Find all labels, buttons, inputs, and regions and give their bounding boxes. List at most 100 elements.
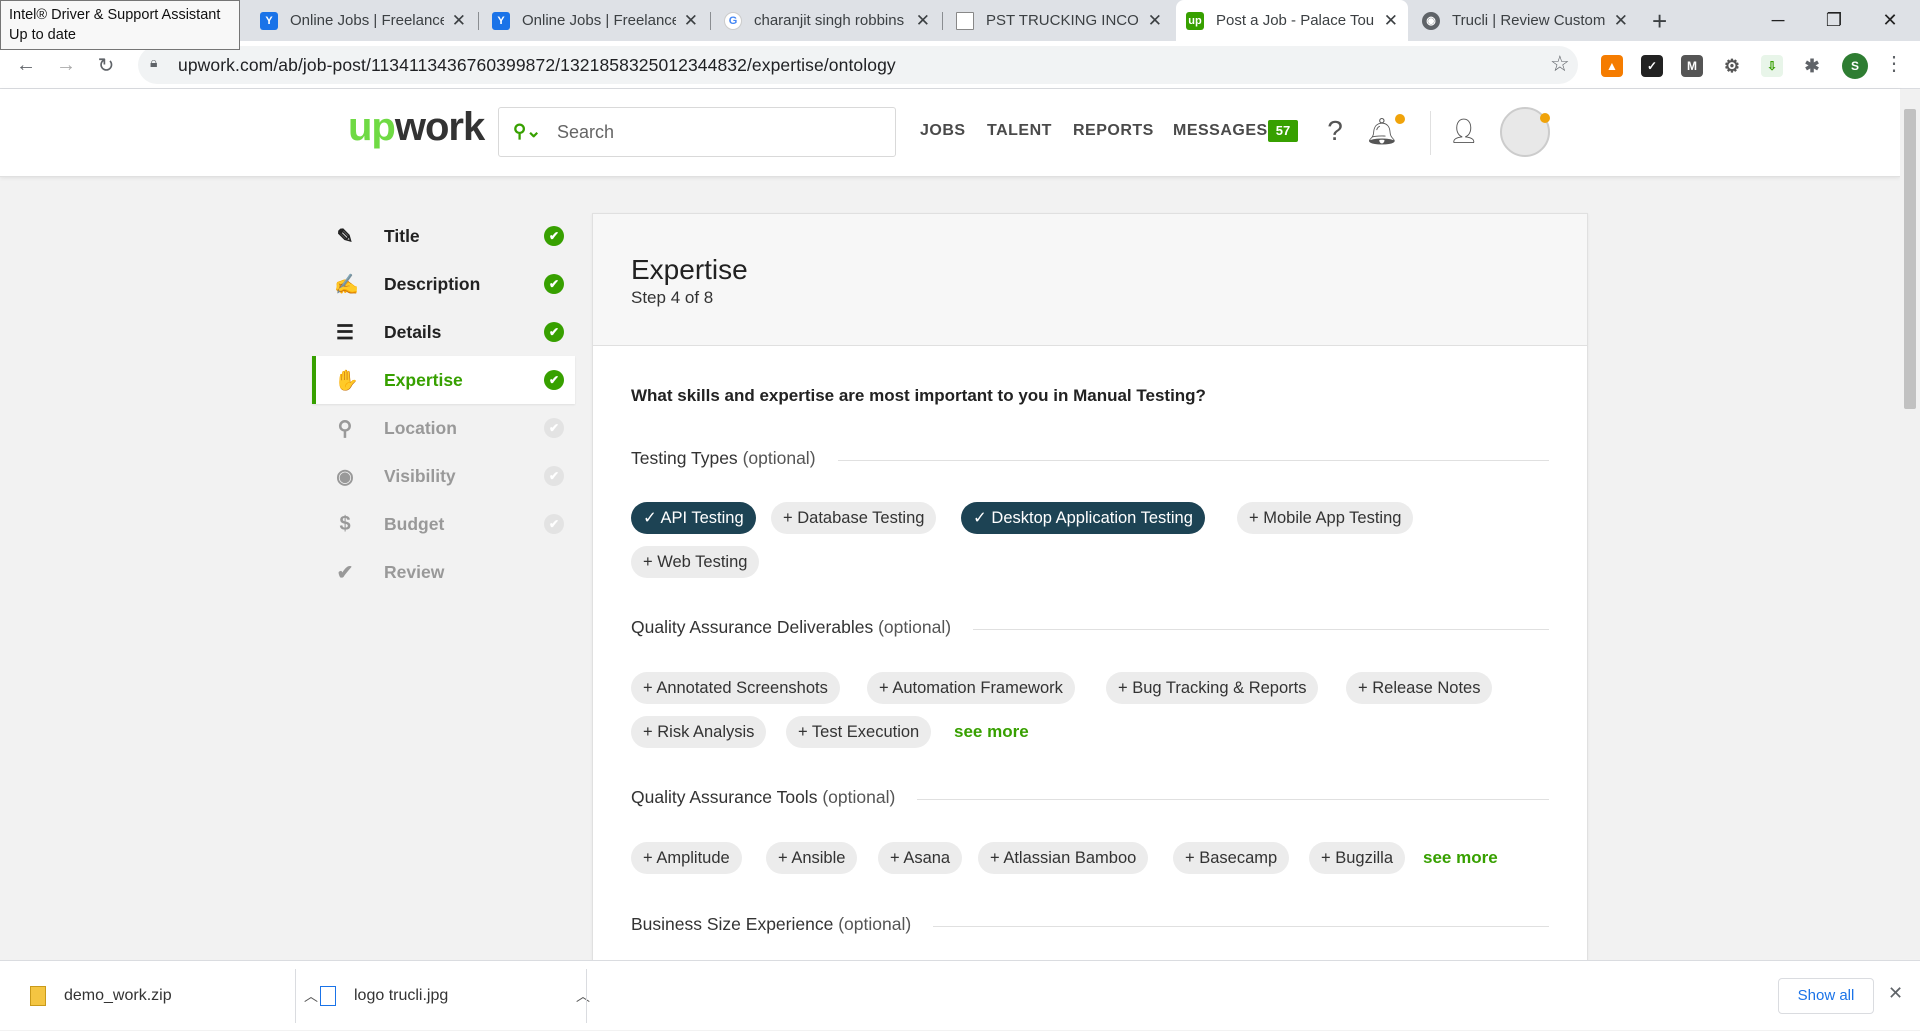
pending-check-icon: ✔: [544, 466, 564, 486]
sidebar-item-review[interactable]: ✔ Review: [312, 548, 575, 596]
gear-extension-icon[interactable]: ⚙: [1721, 55, 1743, 77]
skill-chip[interactable]: + Mobile App Testing: [1237, 502, 1414, 534]
skill-chip[interactable]: + Atlassian Bamboo: [978, 842, 1149, 874]
close-downloads-icon[interactable]: ✕: [1888, 983, 1903, 1004]
skill-chip-selected[interactable]: ✓ API Testing: [631, 502, 756, 534]
browser-tab[interactable]: G charanjit singh robbins ✕: [714, 0, 940, 41]
check-icon: ✓: [643, 509, 661, 527]
plus-icon: +: [1321, 849, 1336, 867]
hand-icon: ✋: [334, 369, 359, 392]
completed-check-icon: ✔: [544, 322, 564, 342]
plus-icon: +: [778, 849, 792, 867]
chevron-up-icon[interactable]: ︿: [304, 986, 318, 1006]
upwork-y-icon: Y: [260, 11, 278, 30]
see-more-link[interactable]: see more: [1423, 848, 1498, 868]
sidebar-item-location[interactable]: ⚲ Location ✔: [312, 404, 575, 452]
close-icon[interactable]: ✕: [1148, 11, 1162, 31]
close-icon[interactable]: ✕: [684, 11, 698, 31]
browser-tab[interactable]: Y Online Jobs | Freelance ✕: [482, 0, 708, 41]
skill-chip[interactable]: + Risk Analysis: [631, 716, 767, 748]
skill-chip[interactable]: + Amplitude: [631, 842, 742, 874]
bookmark-star-icon[interactable]: ☆: [1550, 51, 1570, 77]
section-qa-deliverables: Quality Assurance Deliverables (optional…: [631, 617, 1549, 641]
window-close-icon[interactable]: ✕: [1862, 0, 1918, 41]
puzzle-extensions-icon[interactable]: ✱: [1801, 55, 1823, 77]
nav-jobs[interactable]: JOBS: [920, 122, 966, 140]
skill-chip[interactable]: + Test Execution: [786, 716, 932, 748]
header-divider: [1430, 111, 1431, 155]
checklist-extension-icon[interactable]: ✓: [1641, 55, 1663, 77]
skill-chip[interactable]: + Release Notes: [1346, 672, 1493, 704]
upwork-logo[interactable]: upwork: [348, 105, 485, 150]
minimize-icon[interactable]: ─: [1750, 0, 1806, 41]
nav-reports[interactable]: REPORTS: [1073, 122, 1154, 140]
section-testing-types: Testing Types (optional): [631, 448, 1549, 472]
skill-chip[interactable]: + Ansible: [766, 842, 858, 874]
lock-icon: 🔒︎: [150, 54, 158, 70]
browser-tab[interactable]: Y Online Jobs | Freelance ✕: [250, 0, 476, 41]
expertise-card: Expertise Step 4 of 8 What skills and ex…: [592, 213, 1588, 1013]
reload-icon[interactable]: ↻: [90, 49, 122, 81]
url-text[interactable]: upwork.com/ab/job-post/11341134367603998…: [178, 55, 896, 76]
sidebar-item-description[interactable]: ✍ Description ✔: [312, 260, 575, 308]
search-input[interactable]: [557, 118, 877, 146]
skill-chip-selected[interactable]: ✓ Desktop Application Testing: [961, 502, 1205, 534]
back-icon[interactable]: ←: [10, 49, 42, 81]
section-business-size: Business Size Experience (optional): [631, 914, 1549, 938]
close-icon[interactable]: ✕: [452, 11, 466, 31]
sidebar-item-title[interactable]: ✎ Title ✔: [312, 212, 575, 260]
see-more-link[interactable]: see more: [954, 722, 1029, 742]
add-user-icon[interactable]: 👤︎: [1444, 111, 1484, 151]
search-box: ⚲⌄: [498, 107, 896, 157]
pending-check-icon: ✔: [544, 514, 564, 534]
help-icon[interactable]: ?: [1315, 111, 1355, 151]
skill-chip[interactable]: + Automation Framework: [867, 672, 1075, 704]
new-tab-button[interactable]: +: [1652, 6, 1667, 37]
sidebar-item-budget[interactable]: $ Budget ✔: [312, 500, 575, 548]
skill-chip[interactable]: + Asana: [878, 842, 963, 874]
nav-messages[interactable]: MESSAGES: [1173, 122, 1268, 140]
forward-icon[interactable]: →: [50, 49, 82, 81]
download-filename: demo_work.zip: [64, 987, 172, 1004]
sidebar-item-expertise[interactable]: ✋ Expertise ✔: [312, 356, 575, 404]
restore-icon[interactable]: ❐: [1806, 0, 1862, 41]
upwork-y-icon: Y: [492, 11, 510, 30]
browser-tab-active[interactable]: up Post a Job - Palace Tou ✕: [1176, 0, 1408, 41]
plus-icon: +: [643, 849, 657, 867]
tab-title: Trucli | Review Custome: [1452, 12, 1606, 29]
close-icon[interactable]: ✕: [1384, 11, 1398, 31]
skill-chip[interactable]: + Bug Tracking & Reports: [1106, 672, 1319, 704]
skill-chip[interactable]: + Database Testing: [771, 502, 937, 534]
optional-label: (optional): [878, 617, 952, 637]
chevron-up-icon[interactable]: ︿: [576, 986, 590, 1006]
profile-avatar[interactable]: S: [1842, 53, 1868, 79]
page-scrollbar[interactable]: [1900, 89, 1920, 959]
download-item[interactable]: logo trucli.jpg ︿: [320, 961, 590, 1031]
section-qa-tools: Quality Assurance Tools (optional): [631, 787, 1549, 811]
show-all-button[interactable]: Show all: [1778, 978, 1874, 1014]
skill-chip[interactable]: + Annotated Screenshots: [631, 672, 840, 704]
search-icon[interactable]: ⚲⌄: [513, 121, 541, 142]
tab-title: Online Jobs | Freelance: [290, 12, 444, 29]
sidebar-item-details[interactable]: ☰ Details ✔: [312, 308, 575, 356]
browser-tab[interactable]: ◉ Trucli | Review Custome ✕: [1412, 0, 1638, 41]
inbox-extension-icon[interactable]: ⇩: [1761, 55, 1783, 77]
check-icon: ✓: [973, 509, 992, 527]
tab-title: Post a Job - Palace Tou: [1216, 12, 1375, 29]
browser-tab[interactable]: PST TRUCKING INCORI ✕: [946, 0, 1172, 41]
download-item[interactable]: demo_work.zip ︿: [30, 961, 318, 1031]
close-icon[interactable]: ✕: [916, 11, 930, 31]
upwork-icon: up: [1186, 11, 1204, 30]
pending-check-icon: ✔: [544, 418, 564, 438]
nav-talent[interactable]: TALENT: [987, 122, 1052, 140]
close-icon[interactable]: ✕: [1614, 11, 1628, 31]
skill-chip[interactable]: + Basecamp: [1173, 842, 1290, 874]
analytics-extension-icon[interactable]: ▲: [1601, 55, 1623, 77]
browser-menu-icon[interactable]: ⋮: [1884, 51, 1904, 76]
skill-chip[interactable]: + Bugzilla: [1309, 842, 1406, 874]
skill-chip[interactable]: + Web Testing: [631, 546, 760, 578]
pencil-icon: ✎: [336, 225, 354, 248]
scrollbar-thumb[interactable]: [1904, 109, 1916, 409]
sidebar-item-visibility[interactable]: ◉ Visibility ✔: [312, 452, 575, 500]
mail-extension-icon[interactable]: M: [1681, 55, 1703, 77]
